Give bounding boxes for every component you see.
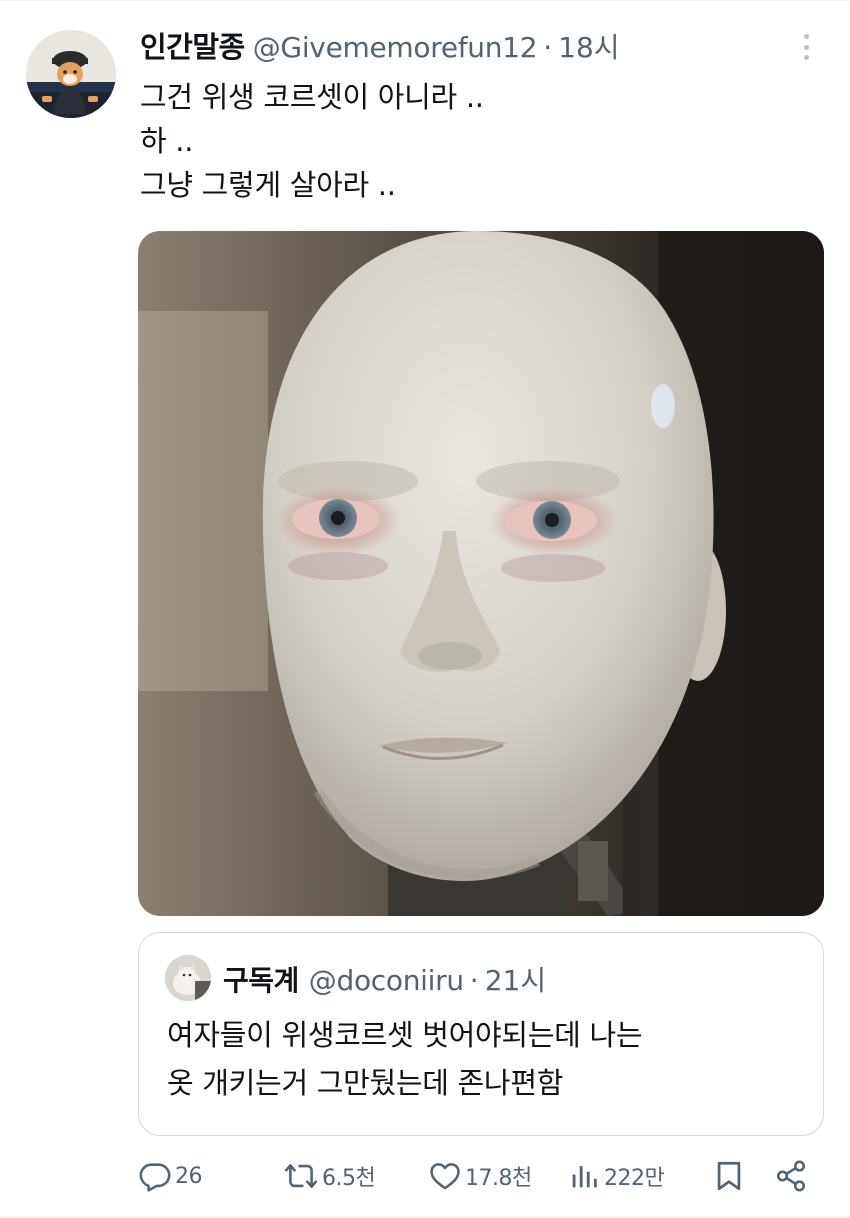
tweet-line: 하 .. [140,124,194,158]
retweet-button[interactable]: 6.5천 [283,1158,376,1194]
tweet-time[interactable]: 18시 [558,26,619,66]
more-vertical-icon[interactable] [794,30,818,64]
top-divider [0,0,850,1]
author-avatar[interactable] [26,30,116,118]
bookmark-icon [717,1161,741,1191]
quoted-author-avatar[interactable] [165,955,211,1001]
quoted-tweet-line: 옷 개키는거 그만뒀는데 존나편함 [167,1066,564,1100]
quoted-avatar-image [165,955,211,1001]
tweet-body: 그건 위생 코르셋이 아니라 .. 하 .. 그냥 그렇게 살아라 .. [140,75,820,207]
heart-icon [430,1163,460,1190]
tweet-line: 그건 위생 코르셋이 아니라 .. [140,80,484,114]
quoted-header-separator: · [469,964,479,997]
like-count: 17.8천 [465,1166,532,1191]
reply-count: 26 [175,1163,203,1189]
quoted-tweet-card[interactable]: 구독계 @doconiiru · 21시 여자들이 위생코르셋 벗어야되는데 나… [138,932,824,1136]
views-count: 222만 [604,1166,665,1191]
cat-avatar-image [26,30,116,118]
quoted-tweet-line: 여자들이 위생코르셋 벗어야되는데 나는 [167,1018,643,1052]
tweet-media-image[interactable] [138,231,824,916]
views-button[interactable]: 222만 [567,1158,665,1194]
tweet-header: 인간말종 @Givememorefun12 · 18시 [140,24,620,66]
retweet-icon [284,1164,318,1188]
quoted-tweet-time[interactable]: 21시 [485,959,546,999]
quoted-author-handle[interactable]: @doconiiru [309,964,464,997]
tweet-line: 그냥 그렇게 살아라 .. [140,168,396,202]
author-handle[interactable]: @Givememorefun12 [253,31,538,64]
bar-chart-icon [572,1166,597,1188]
reply-button[interactable]: 26 [138,1158,203,1194]
quoted-author-name[interactable]: 구독계 [223,959,299,999]
bookmark-button[interactable] [712,1158,746,1194]
author-name[interactable]: 인간말종 [140,24,245,66]
like-button[interactable]: 17.8천 [428,1158,532,1194]
tweet-action-bar: 26 6.5천 17.8천 222만 [0,1150,850,1202]
share-button[interactable] [774,1158,808,1194]
comment-bubble-icon [139,1163,171,1192]
android-face-image [138,231,824,916]
quoted-tweet-header: 구독계 @doconiiru · 21시 [223,959,546,999]
quoted-tweet-body: 여자들이 위생코르셋 벗어야되는데 나는 옷 개키는거 그만뒀는데 존나편함 [167,1011,807,1107]
header-separator: · [543,31,553,64]
retweet-count: 6.5천 [322,1166,376,1191]
share-icon [776,1160,806,1192]
